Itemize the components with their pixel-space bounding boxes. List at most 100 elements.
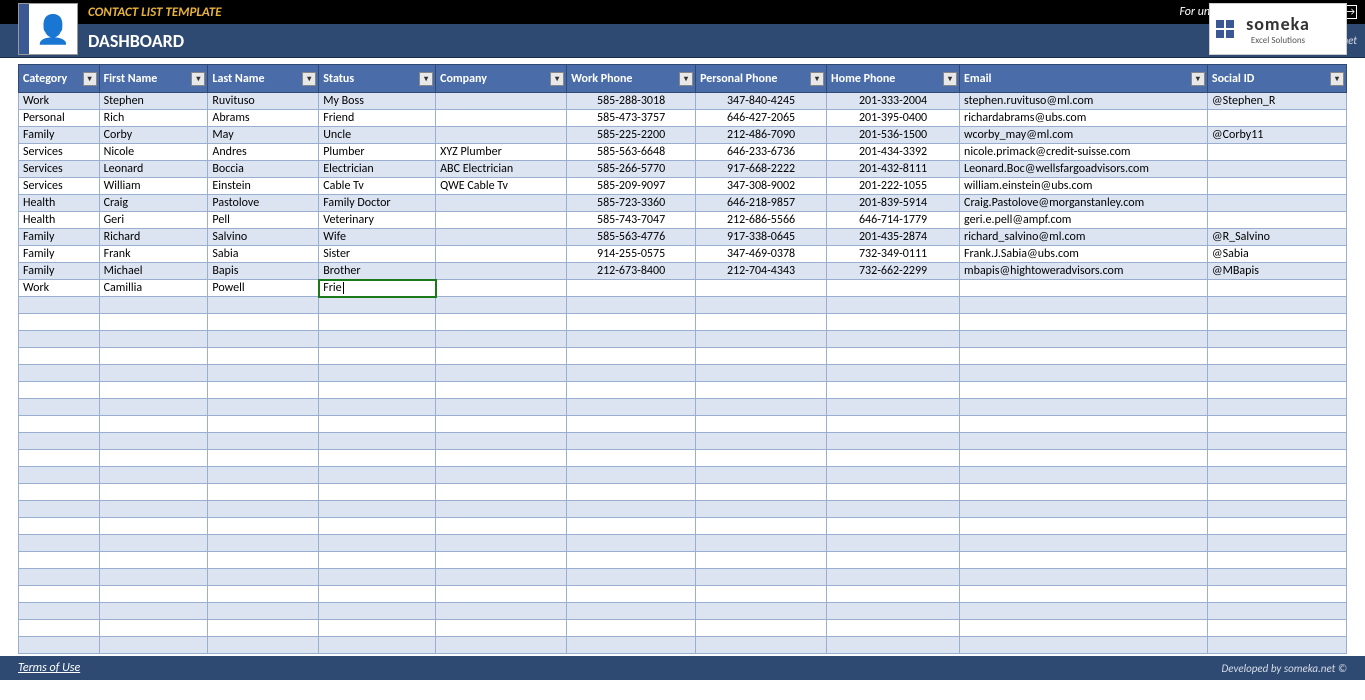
filter-dropdown-icon[interactable] xyxy=(679,72,693,86)
cell-social[interactable]: @Sabia xyxy=(1207,246,1346,263)
cell-empty[interactable] xyxy=(696,348,827,365)
cell-personal[interactable]: 917-338-0645 xyxy=(696,229,827,246)
column-header-email[interactable]: Email xyxy=(960,65,1208,93)
cell-empty[interactable] xyxy=(319,501,436,518)
cell-empty[interactable] xyxy=(827,450,960,467)
cell-company[interactable] xyxy=(436,229,567,246)
cell-empty[interactable] xyxy=(960,586,1208,603)
cell-empty[interactable] xyxy=(567,637,696,654)
cell-home[interactable]: 646-714-1779 xyxy=(827,212,960,229)
cell-empty[interactable] xyxy=(960,637,1208,654)
cell-empty[interactable] xyxy=(827,433,960,450)
cell-empty[interactable] xyxy=(696,382,827,399)
cell-category[interactable]: Work xyxy=(19,280,100,297)
cell-status[interactable]: Brother xyxy=(319,263,436,280)
cell-empty[interactable] xyxy=(319,399,436,416)
cell-empty[interactable] xyxy=(19,314,100,331)
cell-empty[interactable] xyxy=(436,314,567,331)
cell-empty[interactable] xyxy=(436,586,567,603)
cell-empty[interactable] xyxy=(99,297,208,314)
cell-empty[interactable] xyxy=(827,365,960,382)
cell-empty[interactable] xyxy=(567,569,696,586)
cell-company[interactable] xyxy=(436,93,567,110)
cell-empty[interactable] xyxy=(1207,297,1346,314)
cell-empty[interactable] xyxy=(436,365,567,382)
cell-empty[interactable] xyxy=(208,484,319,501)
cell-empty[interactable] xyxy=(567,416,696,433)
table-row[interactable]: FamilyCorbyMayUncle585-225-2200212-486-7… xyxy=(19,127,1347,144)
cell-email[interactable]: mbapis@hightoweradvisors.com xyxy=(960,263,1208,280)
cell-empty[interactable] xyxy=(567,518,696,535)
cell-home[interactable]: 201-434-3392 xyxy=(827,144,960,161)
cell-empty[interactable] xyxy=(827,399,960,416)
cell-empty[interactable] xyxy=(319,569,436,586)
table-row-empty[interactable] xyxy=(19,331,1347,348)
table-row-empty[interactable] xyxy=(19,399,1347,416)
cell-empty[interactable] xyxy=(436,637,567,654)
table-row[interactable]: FamilyRichardSalvinoWife585-563-4776917-… xyxy=(19,229,1347,246)
cell-last[interactable]: Einstein xyxy=(208,178,319,195)
cell-empty[interactable] xyxy=(696,552,827,569)
cell-empty[interactable] xyxy=(1207,637,1346,654)
cell-empty[interactable] xyxy=(696,501,827,518)
cell-email[interactable]: geri.e.pell@ampf.com xyxy=(960,212,1208,229)
cell-empty[interactable] xyxy=(960,382,1208,399)
cell-empty[interactable] xyxy=(19,331,100,348)
cell-company[interactable] xyxy=(436,263,567,280)
cell-last[interactable]: Powell xyxy=(208,280,319,297)
cell-status[interactable]: Veterinary xyxy=(319,212,436,229)
cell-empty[interactable] xyxy=(960,416,1208,433)
cell-personal[interactable]: 347-469-0378 xyxy=(696,246,827,263)
table-row[interactable]: FamilyMichaelBapisBrother212-673-8400212… xyxy=(19,263,1347,280)
cell-empty[interactable] xyxy=(960,314,1208,331)
table-row-empty[interactable] xyxy=(19,535,1347,552)
table-row[interactable]: ServicesNicoleAndresPlumberXYZ Plumber58… xyxy=(19,144,1347,161)
cell-empty[interactable] xyxy=(696,518,827,535)
cell-empty[interactable] xyxy=(960,331,1208,348)
cell-empty[interactable] xyxy=(960,552,1208,569)
cell-empty[interactable] xyxy=(99,467,208,484)
cell-empty[interactable] xyxy=(1207,586,1346,603)
table-row[interactable]: FamilyFrankSabiaSister914-255-0575347-46… xyxy=(19,246,1347,263)
cell-empty[interactable] xyxy=(960,569,1208,586)
cell-empty[interactable] xyxy=(436,331,567,348)
cell-empty[interactable] xyxy=(827,518,960,535)
cell-empty[interactable] xyxy=(696,586,827,603)
cell-empty[interactable] xyxy=(319,467,436,484)
cell-empty[interactable] xyxy=(1207,535,1346,552)
table-row[interactable]: WorkStephenRuvitusoMy Boss585-288-301834… xyxy=(19,93,1347,110)
cell-social[interactable] xyxy=(1207,144,1346,161)
cell-empty[interactable] xyxy=(99,484,208,501)
cell-empty[interactable] xyxy=(19,501,100,518)
cell-empty[interactable] xyxy=(208,416,319,433)
cell-empty[interactable] xyxy=(827,620,960,637)
cell-empty[interactable] xyxy=(567,433,696,450)
cell-empty[interactable] xyxy=(567,484,696,501)
cell-status[interactable]: Uncle xyxy=(319,127,436,144)
cell-empty[interactable] xyxy=(99,569,208,586)
cell-category[interactable]: Family xyxy=(19,246,100,263)
cell-empty[interactable] xyxy=(208,382,319,399)
cell-empty[interactable] xyxy=(208,603,319,620)
cell-empty[interactable] xyxy=(19,297,100,314)
cell-personal[interactable]: 212-686-5566 xyxy=(696,212,827,229)
cell-home[interactable]: 201-839-5914 xyxy=(827,195,960,212)
cell-category[interactable]: Services xyxy=(19,144,100,161)
cell-empty[interactable] xyxy=(208,535,319,552)
cell-empty[interactable] xyxy=(436,620,567,637)
cell-empty[interactable] xyxy=(827,637,960,654)
cell-empty[interactable] xyxy=(319,535,436,552)
cell-empty[interactable] xyxy=(319,416,436,433)
cell-email[interactable]: Craig.Pastolove@morganstanley.com xyxy=(960,195,1208,212)
cell-company[interactable] xyxy=(436,110,567,127)
cell-empty[interactable] xyxy=(19,399,100,416)
cell-empty[interactable] xyxy=(319,603,436,620)
cell-first[interactable]: Rich xyxy=(99,110,208,127)
cell-last[interactable]: Ruvituso xyxy=(208,93,319,110)
cell-category[interactable]: Services xyxy=(19,178,100,195)
cell-email[interactable] xyxy=(960,280,1208,297)
cell-empty[interactable] xyxy=(960,365,1208,382)
table-row-empty[interactable] xyxy=(19,501,1347,518)
cell-email[interactable]: richard_salvino@ml.com xyxy=(960,229,1208,246)
filter-dropdown-icon[interactable] xyxy=(191,72,205,86)
